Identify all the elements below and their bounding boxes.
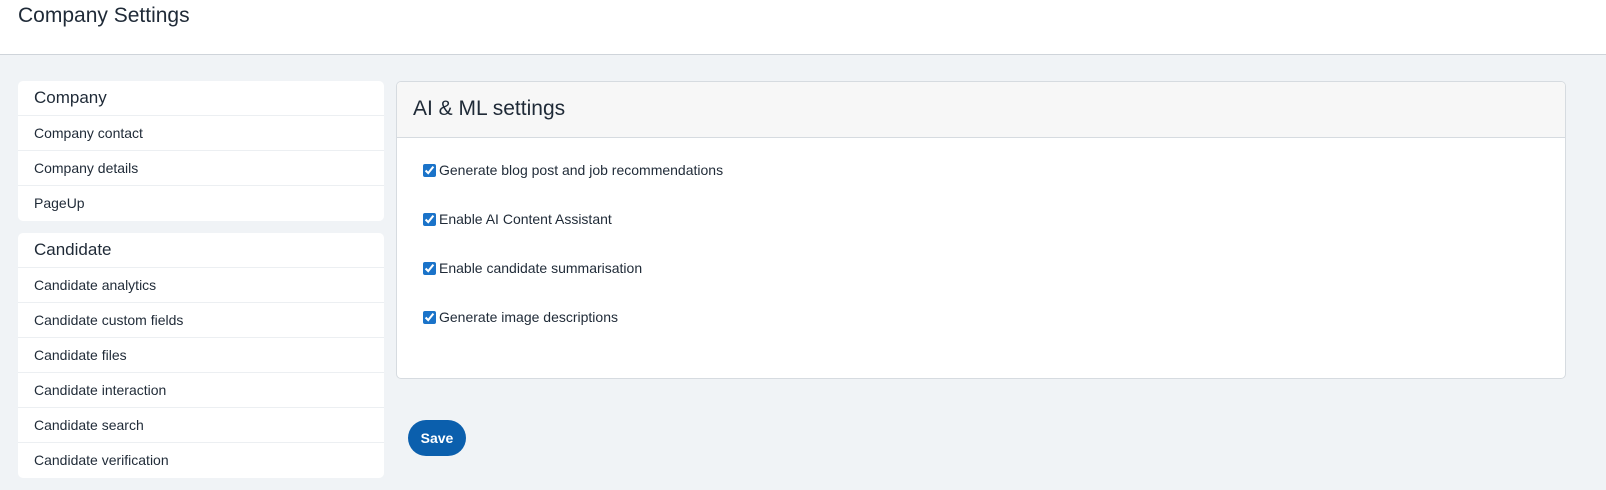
option-row[interactable]: Generate image descriptions [423, 307, 1565, 327]
option-label: Enable candidate summarisation [439, 260, 643, 276]
ai-content-assistant-checkbox[interactable] [423, 212, 436, 226]
sidebar-group-title: Candidate [18, 233, 384, 268]
sidebar-item-candidate-files[interactable]: Candidate files [18, 338, 384, 373]
settings-sidebar: Company Company contact Company details … [18, 81, 384, 490]
ai-ml-settings-panel: AI & ML settings Generate blog post and … [396, 81, 1566, 379]
page-title: Company Settings [18, 4, 190, 27]
sidebar-group-title: Company [18, 81, 384, 116]
image-descriptions-checkbox[interactable] [423, 310, 436, 324]
candidate-summarisation-checkbox[interactable] [423, 261, 436, 275]
sidebar-group-candidate: Candidate Candidate analytics Candidate … [18, 233, 384, 478]
sidebar-item-candidate-custom-fields[interactable]: Candidate custom fields [18, 303, 384, 338]
sidebar-item-candidate-search[interactable]: Candidate search [18, 408, 384, 443]
panel-body: Generate blog post and job recommendatio… [397, 138, 1565, 327]
save-button[interactable]: Save [408, 420, 466, 456]
sidebar-item-candidate-verification[interactable]: Candidate verification [18, 443, 384, 478]
panel-title: AI & ML settings [397, 82, 1565, 138]
sidebar-group-company: Company Company contact Company details … [18, 81, 384, 221]
sidebar-item-company-contact[interactable]: Company contact [18, 116, 384, 151]
option-label: Generate image descriptions [439, 309, 618, 325]
option-label: Generate blog post and job recommendatio… [439, 162, 724, 178]
top-bar: Company Settings [0, 0, 1606, 55]
sidebar-item-candidate-analytics[interactable]: Candidate analytics [18, 268, 384, 303]
option-row[interactable]: Generate blog post and job recommendatio… [423, 160, 1565, 180]
option-row[interactable]: Enable AI Content Assistant [423, 209, 1565, 229]
sidebar-item-company-details[interactable]: Company details [18, 151, 384, 186]
sidebar-item-pageup[interactable]: PageUp [18, 186, 384, 221]
option-label: Enable AI Content Assistant [439, 211, 612, 227]
sidebar-item-candidate-interaction[interactable]: Candidate interaction [18, 373, 384, 408]
option-row[interactable]: Enable candidate summarisation [423, 258, 1565, 278]
blog-recommendations-checkbox[interactable] [423, 163, 436, 177]
